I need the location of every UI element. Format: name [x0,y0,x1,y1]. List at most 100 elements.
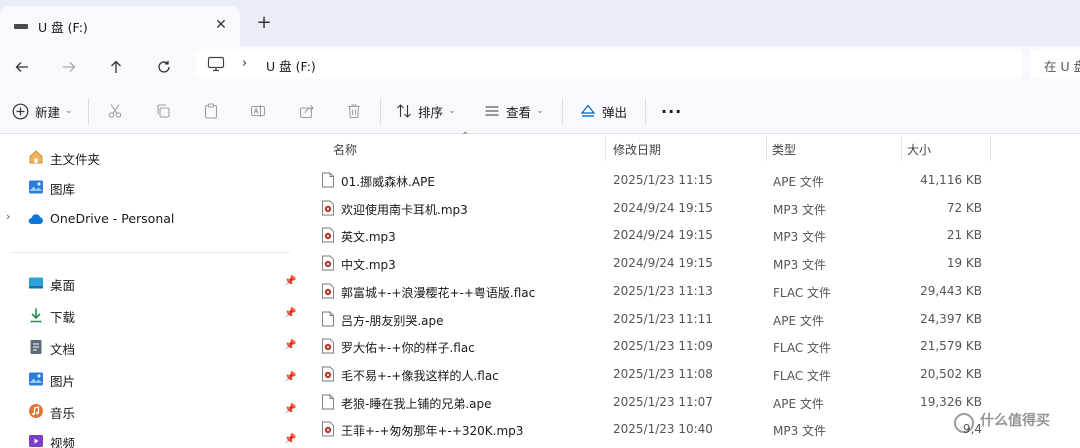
file-row[interactable]: 01.挪威森林.APE 2025/1/23 11:15 APE 文件 41,116 K… [303,166,1080,194]
delete-button[interactable] [346,100,362,122]
column-header-date[interactable]: 修改日期 [606,135,766,161]
new-label: 新建 [35,104,61,120]
column-header-label: 名称 [333,143,358,157]
sidebar-item-onedrive[interactable]: › OneDrive - Personal [0,205,302,233]
file-row[interactable]: 英文.mp3 2024/9/24 19:15 MP3 文件 21 KB [303,221,1080,249]
file-name: 吕方-朋友别哭.ape [341,313,444,328]
navigation-bar: › U 盘 (F:) 在 U 盘 [0,46,1080,88]
audio-file-icon [322,227,334,243]
eject-icon [580,104,596,117]
sidebar-item-desktop[interactable]: 桌面 📌 [0,269,302,297]
column-header-size[interactable]: 大小 [902,135,990,161]
file-row[interactable]: 欢迎使用南卡耳机.mp3 2024/9/24 19:15 MP3 文件 72 KB [303,194,1080,222]
file-size: 29,443 KB [920,283,982,298]
more-options-button[interactable]: ··· [661,100,682,122]
file-size: 19,326 KB [920,394,982,409]
sort-icon [397,104,411,118]
file-date: 2025/1/23 11:13 [613,283,713,298]
breadcrumb-chevron-icon[interactable]: › [242,56,247,71]
file-type: APE 文件 [773,175,824,189]
computer-icon [207,56,225,72]
cut-button[interactable] [107,100,123,122]
forward-button[interactable] [54,52,84,82]
audio-file-icon [322,366,334,382]
column-header-label: 修改日期 [613,143,662,157]
refresh-icon [158,60,170,73]
sort-button[interactable]: 排序 ⌄ [396,100,456,122]
drive-icon [14,24,28,29]
share-button[interactable] [299,100,315,122]
pin-icon[interactable]: 📌 [284,340,296,351]
up-button[interactable] [101,52,131,82]
tab-u-disk[interactable]: U 盘 (F:) ✕ [0,6,240,46]
view-button[interactable]: 查看 ⌄ [484,100,544,122]
file-name: 01.挪威森林.APE [341,175,435,189]
chevron-right-icon[interactable]: › [6,210,10,223]
new-button[interactable]: 新建 ⌄ [12,100,73,122]
column-divider[interactable] [990,135,991,161]
watermark-logo [954,413,974,433]
document-icon [322,311,334,326]
view-label: 查看 [506,104,532,120]
file-name: 欢迎使用南卡耳机.mp3 [341,202,468,217]
sidebar-item-home[interactable]: 主文件夹 [0,143,302,171]
sidebar-item-videos[interactable]: 视频 📌 [0,427,302,448]
file-date: 2024/9/24 19:15 [613,228,713,243]
arrow-up-icon [111,60,121,73]
chevron-down-icon: ⌄ [65,106,73,116]
close-tab-icon[interactable]: ✕ [210,14,232,36]
file-name: 郭富城+-+浪漫樱花+-+粤语版.flac [341,285,536,300]
download-icon [30,308,42,323]
pin-icon[interactable]: 📌 [284,276,296,287]
sidebar-item-gallery[interactable]: 图库 [0,173,302,201]
sidebar-item-music[interactable]: 音乐 📌 [0,397,302,425]
address-bar[interactable]: › U 盘 (F:) [196,49,1022,79]
file-type: MP3 文件 [773,424,827,439]
pin-icon[interactable]: 📌 [284,308,296,319]
pin-icon[interactable]: 📌 [284,372,296,383]
divider [645,98,646,124]
paste-button[interactable] [203,100,219,122]
file-row[interactable]: 中文.mp3 2024/9/24 19:15 MP3 文件 19 KB [303,249,1080,277]
copy-button[interactable] [155,100,171,122]
file-date: 2025/1/23 11:15 [613,173,713,187]
file-type: MP3 文件 [773,230,827,245]
watermark-text: 什么值得买 [980,413,1050,429]
eject-button[interactable]: 弹出 [580,100,627,122]
sidebar-item-label: 图库 [50,182,76,197]
file-date: 2025/1/23 11:08 [613,366,713,381]
cloud-icon [28,214,43,225]
file-row[interactable]: 老狼-睡在我上铺的兄弟.ape 2025/1/23 11:07 APE 文件 19,3… [303,388,1080,416]
file-type: FLAC 文件 [773,368,832,383]
file-name: 毛不易+-+像我这样的人.flac [341,368,499,383]
search-placeholder: 在 U 盘 [1044,59,1080,74]
copy-icon [157,104,170,118]
trash-icon [348,104,360,119]
file-name: 中文.mp3 [341,258,396,273]
audio-file-icon [322,200,334,216]
file-row[interactable]: 毛不易+-+像我这样的人.flac 2025/1/23 11:08 FLAC 文件 2… [303,360,1080,388]
file-row[interactable]: 罗大佑+-+你的样子.flac 2025/1/23 11:09 FLAC 文件 21,… [303,332,1080,360]
breadcrumb-current[interactable]: U 盘 (F:) [266,56,316,75]
scissors-icon [108,104,122,118]
file-type: FLAC 文件 [773,285,832,300]
pin-icon[interactable]: 📌 [284,434,296,445]
sort-ascending-icon: ⌃ [461,131,470,142]
rename-button[interactable] [250,100,266,122]
search-box[interactable]: 在 U 盘 [1030,49,1080,79]
file-size: 41,116 KB [920,173,982,187]
column-header-label: 类型 [772,143,797,157]
sidebar-item-documents[interactable]: 文档 📌 [0,333,302,361]
column-header-name[interactable]: ⌃ 名称 [303,131,605,161]
arrow-right-icon [63,62,76,72]
sidebar-item-pictures[interactable]: 图片 📌 [0,365,302,393]
column-header-type[interactable]: 类型 [767,135,901,161]
sidebar-item-downloads[interactable]: 下载 📌 [0,301,302,329]
new-tab-button[interactable]: + [252,12,276,36]
refresh-button[interactable] [149,52,179,82]
file-type: APE 文件 [773,313,824,328]
back-button[interactable] [7,52,37,82]
pin-icon[interactable]: 📌 [284,404,296,415]
file-row[interactable]: 郭富城+-+浪漫樱花+-+粤语版.flac 2025/1/23 11:13 FLAC… [303,277,1080,305]
file-row[interactable]: 吕方-朋友别哭.ape 2025/1/23 11:11 APE 文件 24,397 K… [303,305,1080,333]
